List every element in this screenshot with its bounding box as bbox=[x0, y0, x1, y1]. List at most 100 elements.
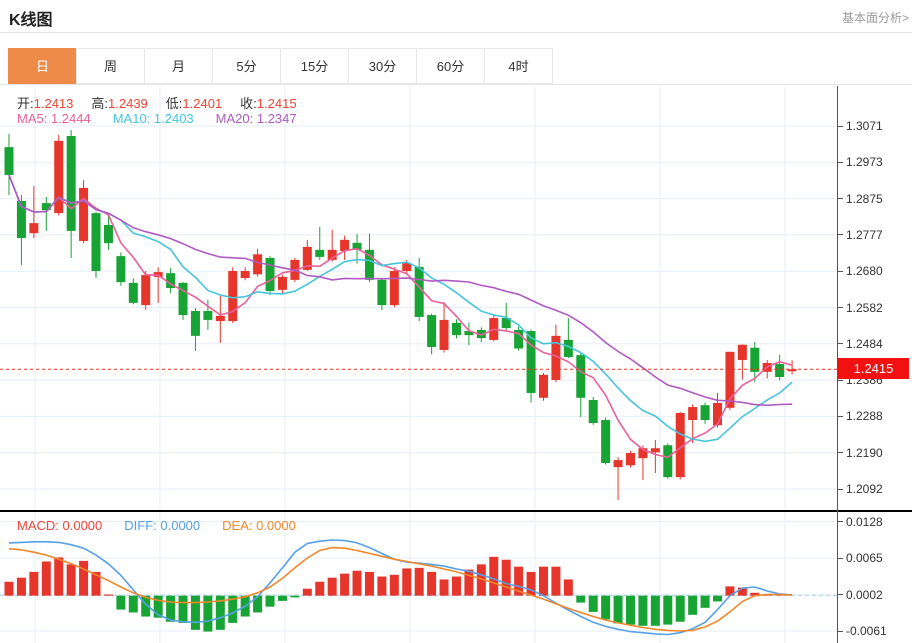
y-axis-label: 1.2484 bbox=[838, 336, 883, 352]
open-value: 1.2413 bbox=[34, 96, 74, 111]
candle-body bbox=[203, 311, 212, 320]
macd-bar bbox=[564, 579, 573, 595]
macd-bar bbox=[589, 596, 598, 612]
candle-body bbox=[452, 323, 461, 335]
close-value: 1.2415 bbox=[257, 96, 297, 111]
candle-body bbox=[626, 453, 635, 465]
candle-body bbox=[241, 271, 250, 278]
tab-4时[interactable]: 4时 bbox=[484, 48, 553, 84]
macd-bar bbox=[551, 567, 560, 596]
y-axis-label: 0.0002 bbox=[838, 587, 883, 603]
candle-body bbox=[67, 136, 76, 231]
tab-30分[interactable]: 30分 bbox=[348, 48, 417, 84]
y-axis-label: 1.2582 bbox=[838, 300, 883, 316]
tab-月[interactable]: 月 bbox=[144, 48, 213, 84]
candle-body bbox=[738, 345, 747, 360]
low-label: 低: bbox=[166, 96, 183, 111]
y-axis-label: 1.2680 bbox=[838, 263, 883, 279]
candle-body bbox=[377, 280, 386, 305]
candle-body bbox=[775, 364, 784, 377]
macd-bar bbox=[663, 596, 672, 625]
macd-bar bbox=[489, 557, 498, 596]
y-axis-label: 1.2288 bbox=[838, 408, 883, 424]
macd-bar bbox=[638, 596, 647, 626]
fundamental-analysis-link[interactable]: 基本面分析> bbox=[842, 9, 909, 26]
ma5-legend: MA5: 1.2444 bbox=[17, 111, 91, 126]
candle-body bbox=[614, 460, 623, 467]
macd-bar bbox=[676, 596, 685, 622]
macd-bar bbox=[651, 596, 660, 626]
candle-body bbox=[576, 355, 585, 398]
candle-body bbox=[663, 445, 672, 477]
macd-bar bbox=[328, 578, 337, 596]
candle-body bbox=[713, 403, 722, 425]
macd-bar bbox=[290, 596, 299, 598]
candle-body bbox=[141, 275, 150, 305]
tab-日[interactable]: 日 bbox=[8, 48, 77, 84]
current-price-badge: 1.2415 bbox=[838, 358, 909, 379]
page-title: K线图 bbox=[9, 6, 53, 30]
macd-bar bbox=[54, 557, 63, 595]
tab-15分[interactable]: 15分 bbox=[280, 48, 349, 84]
title-divider bbox=[0, 32, 912, 33]
period-tab-bar: 日周月5分15分30分60分4时 bbox=[8, 48, 553, 84]
candle-body bbox=[415, 267, 424, 317]
high-label: 高: bbox=[91, 96, 108, 111]
macd-bar bbox=[179, 596, 188, 623]
macd-value-legend: MACD: 0.0000 bbox=[17, 518, 102, 533]
macd-bar bbox=[278, 596, 287, 601]
close-label: 收: bbox=[240, 96, 257, 111]
tab-60分[interactable]: 60分 bbox=[416, 48, 485, 84]
macd-bar bbox=[713, 596, 722, 602]
macd-bar bbox=[452, 577, 461, 596]
candle-body bbox=[315, 250, 324, 257]
macd-bar bbox=[17, 578, 26, 596]
macd-bar bbox=[601, 596, 610, 620]
candle-body bbox=[191, 311, 200, 336]
macd-bar bbox=[266, 596, 275, 607]
macd-bar bbox=[104, 595, 113, 596]
y-axis-label: 1.2190 bbox=[838, 445, 883, 461]
macd-bar bbox=[688, 596, 697, 615]
macd-legend: MACD: 0.0000DIFF: 0.0000DEA: 0.0000 bbox=[17, 518, 318, 533]
candle-body bbox=[253, 254, 262, 274]
candle-body bbox=[92, 213, 101, 271]
macd-bar bbox=[390, 575, 399, 596]
ma5-line bbox=[9, 175, 792, 457]
macd-bar bbox=[116, 596, 125, 610]
candle-body bbox=[340, 240, 349, 251]
ohlc-legend: 开:1.2413高:1.2439低:1.2401收:1.2415 bbox=[17, 93, 315, 112]
candle-body bbox=[539, 375, 548, 398]
candle-body bbox=[440, 320, 449, 350]
macd-bar bbox=[415, 568, 424, 596]
macd-bar bbox=[626, 596, 635, 625]
y-axis-label: 1.3071 bbox=[838, 118, 883, 134]
tab-5分[interactable]: 5分 bbox=[212, 48, 281, 84]
tab-周[interactable]: 周 bbox=[76, 48, 145, 84]
candle-body bbox=[129, 283, 138, 303]
macd-bar bbox=[340, 574, 349, 596]
tabbar-divider bbox=[0, 84, 912, 85]
y-axis-label: 0.0065 bbox=[838, 550, 883, 566]
macd-bar bbox=[614, 596, 623, 624]
candle-body bbox=[688, 407, 697, 420]
dea-line bbox=[9, 548, 792, 631]
candle-body bbox=[278, 277, 287, 290]
candle-body bbox=[601, 420, 610, 463]
ma20-legend: MA20: 1.2347 bbox=[216, 111, 297, 126]
macd-bar bbox=[67, 564, 76, 595]
kline-page: K线图 基本面分析> 日周月5分15分30分60分4时 1.30711.2973… bbox=[0, 0, 912, 643]
macd-bar bbox=[42, 561, 51, 595]
macd-bar bbox=[315, 582, 324, 596]
candle-body bbox=[29, 223, 38, 233]
candlestick-svg bbox=[0, 86, 837, 511]
candle-body bbox=[116, 256, 125, 282]
ma-legend: MA5: 1.2444MA10: 1.2403MA20: 1.2347 bbox=[17, 111, 319, 126]
macd-bar bbox=[303, 589, 312, 596]
candle-body bbox=[54, 141, 63, 213]
candlestick-chart[interactable] bbox=[0, 86, 837, 511]
macd-bar bbox=[29, 572, 38, 596]
candle-body bbox=[216, 316, 225, 321]
candle-body bbox=[427, 315, 436, 347]
candle-body bbox=[228, 271, 237, 321]
